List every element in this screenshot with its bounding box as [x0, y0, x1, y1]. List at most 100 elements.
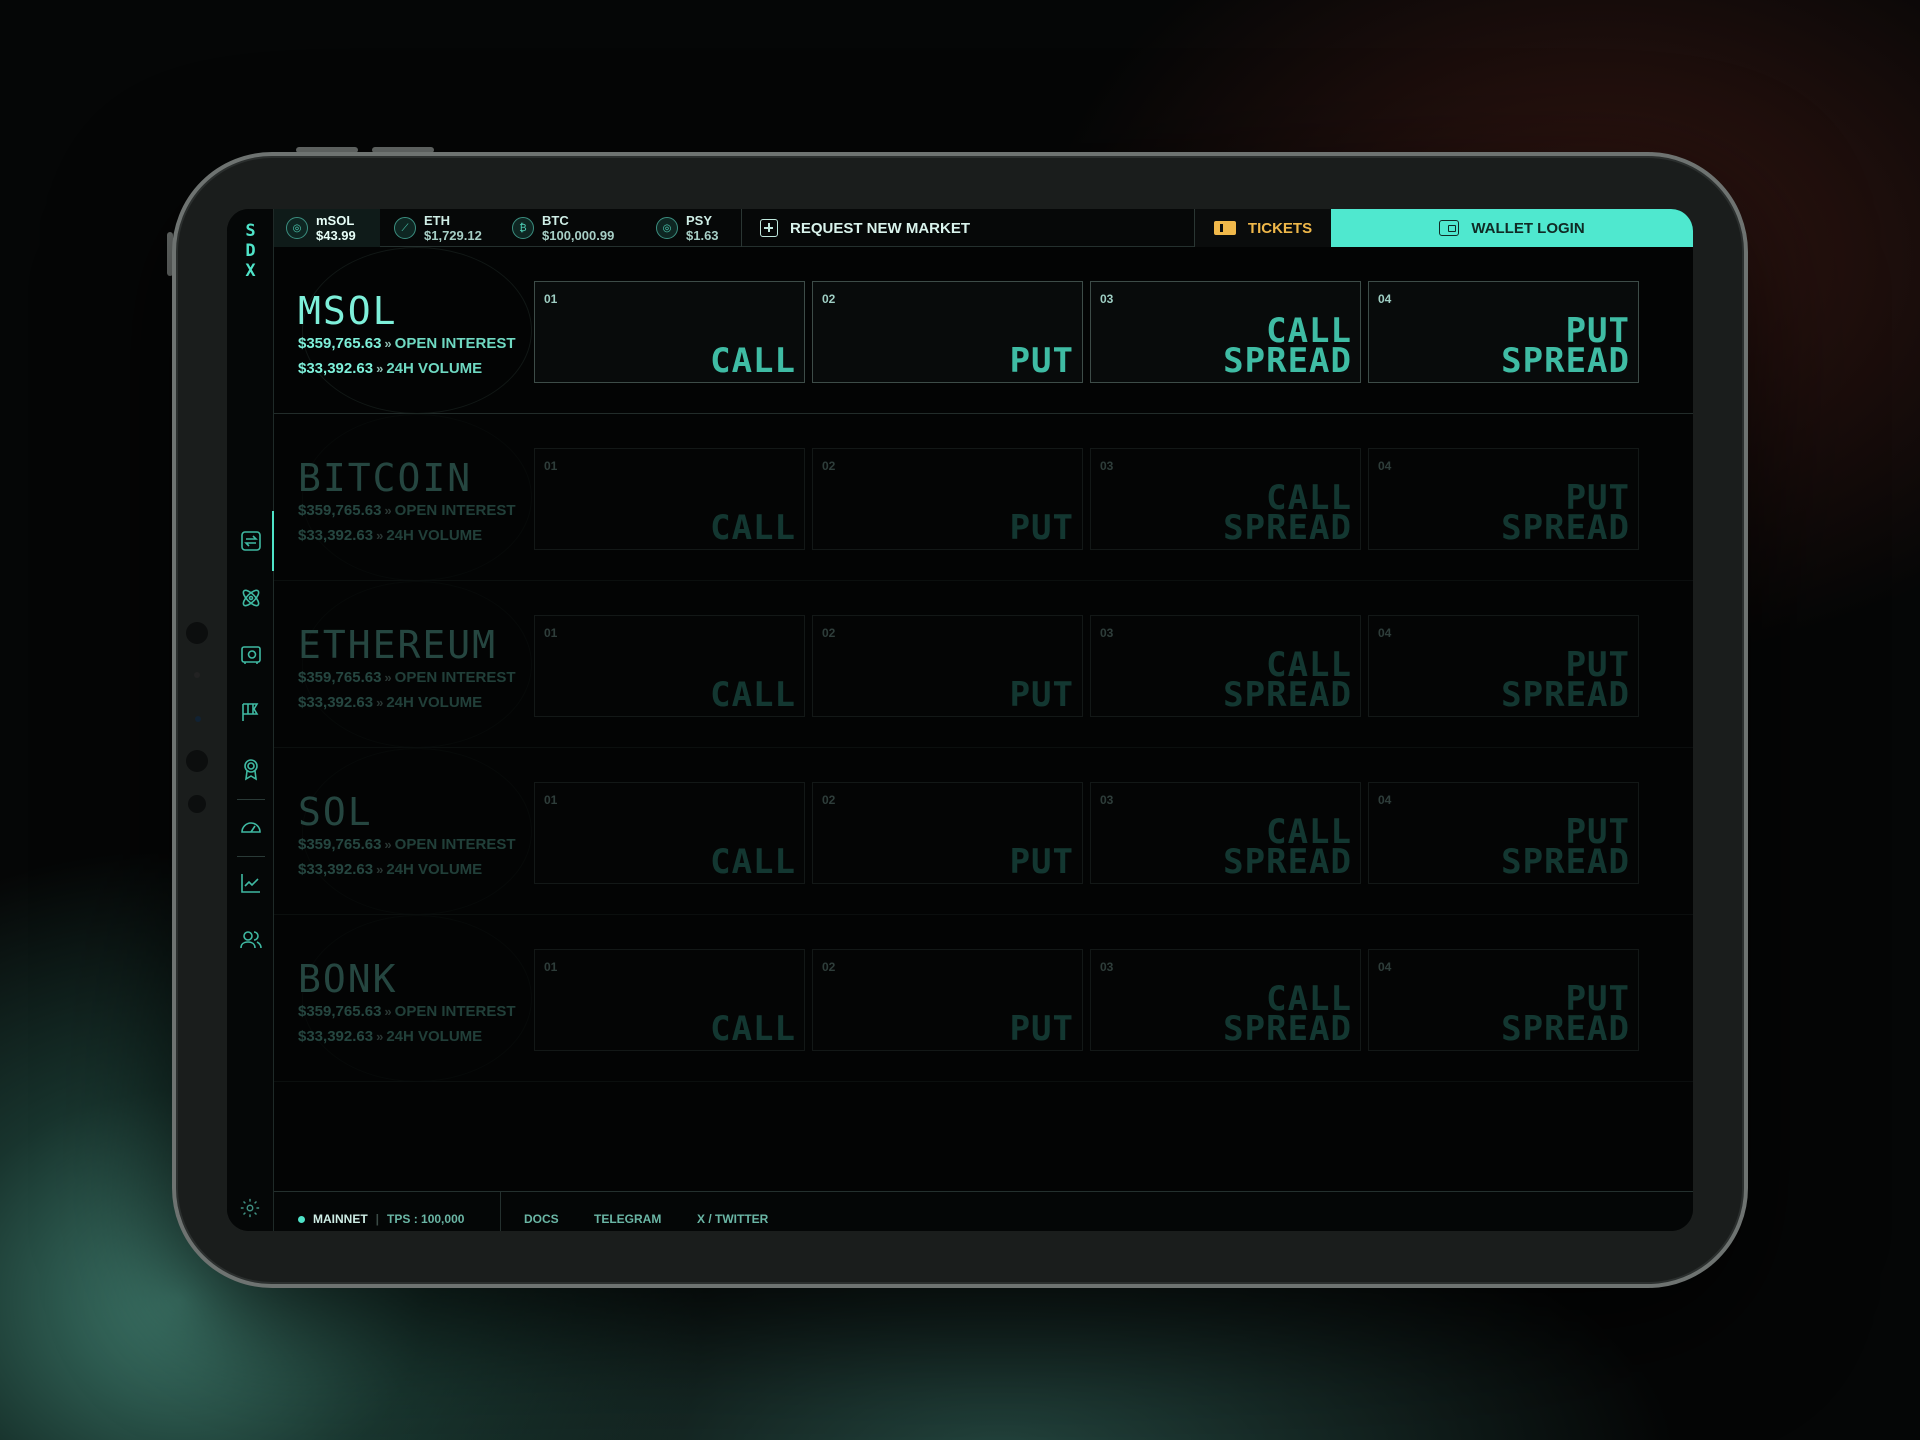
option-type-label: CALL	[710, 842, 796, 882]
option-number: 04	[1378, 960, 1392, 974]
mic-dot	[188, 795, 206, 813]
option-card-put[interactable]: 02 PUT	[812, 782, 1083, 884]
option-type-label: PUT SPREAD	[1501, 812, 1630, 882]
rail-divider	[237, 856, 265, 857]
option-card-put[interactable]: 02 PUT	[812, 949, 1083, 1051]
option-number: 02	[822, 960, 836, 974]
rail-divider	[237, 799, 265, 800]
option-card-put[interactable]: 02 PUT	[812, 615, 1083, 717]
option-number: 02	[822, 459, 836, 473]
ticker-eth[interactable]: ⟋ ETH $1,729.12	[394, 209, 482, 247]
ticker-btc[interactable]: ₿ BTC $100,000.99	[512, 209, 614, 247]
option-card-put[interactable]: 02 PUT	[812, 281, 1083, 383]
btc-coin-icon: ₿	[512, 217, 534, 239]
option-card-call[interactable]: 01 CALL	[534, 782, 805, 884]
atom-icon[interactable]	[239, 586, 263, 610]
option-card-call-spread[interactable]: 03 CALL SPREAD	[1090, 949, 1361, 1051]
option-number: 04	[1378, 793, 1392, 807]
option-card-call-spread[interactable]: 03 CALL SPREAD	[1090, 448, 1361, 550]
market-row-ethereum[interactable]: ETHEREUM $359,765.63» OPEN INTEREST $33,392…	[274, 581, 1693, 748]
sdx-logo[interactable]: S D X	[227, 221, 274, 281]
open-interest-stat: $359,765.63» OPEN INTEREST	[298, 836, 516, 853]
swap-icon[interactable]	[239, 529, 263, 553]
option-number: 01	[544, 292, 558, 306]
docs-link[interactable]: DOCS	[524, 1212, 559, 1226]
option-card-call-spread[interactable]: 03 CALL SPREAD	[1090, 615, 1361, 717]
users-icon[interactable]	[239, 928, 263, 952]
award-icon[interactable]	[239, 757, 263, 781]
option-number: 02	[822, 793, 836, 807]
vault-icon[interactable]	[239, 643, 263, 667]
option-type-label: PUT SPREAD	[1501, 979, 1630, 1049]
request-new-market-button[interactable]: REQUEST NEW MARKET	[760, 209, 970, 247]
option-number: 03	[1100, 960, 1114, 974]
wallet-login-button[interactable]: WALLET LOGIN	[1331, 209, 1693, 247]
option-card-call[interactable]: 01 CALL	[534, 615, 805, 717]
volume-stat: $33,392.63» 24H VOLUME	[298, 861, 483, 878]
option-card-call[interactable]: 01 CALL	[534, 949, 805, 1051]
market-name: BONK	[298, 957, 398, 1001]
option-number: 02	[822, 292, 836, 306]
option-type-label: PUT	[1009, 508, 1074, 548]
option-number: 01	[544, 793, 558, 807]
option-card-put-spread[interactable]: 04 PUT SPREAD	[1368, 615, 1639, 717]
option-number: 01	[544, 626, 558, 640]
option-card-put-spread[interactable]: 04 PUT SPREAD	[1368, 782, 1639, 884]
option-number: 02	[822, 626, 836, 640]
left-rail: S D X	[227, 209, 274, 1231]
topbar-divider	[741, 209, 742, 247]
option-card-put-spread[interactable]: 04 PUT SPREAD	[1368, 448, 1639, 550]
network-status: MAINNET | TPS : 100,000	[298, 1212, 464, 1226]
option-card-call-spread[interactable]: 03 CALL SPREAD	[1090, 782, 1361, 884]
psy-coin-icon: ◎	[656, 217, 678, 239]
plus-square-icon	[760, 219, 778, 237]
sensor-dot	[195, 716, 201, 722]
settings-gear-icon[interactable]	[239, 1197, 261, 1219]
open-interest-stat: $359,765.63» OPEN INTEREST	[298, 335, 516, 352]
status-footer: MAINNET | TPS : 100,000 DOCS TELEGRAM X …	[274, 1191, 1693, 1231]
tickets-button[interactable]: TICKETS	[1195, 209, 1331, 247]
market-row-sol[interactable]: SOL $359,765.63» OPEN INTEREST $33,392.63» 2…	[274, 748, 1693, 915]
option-type-label: PUT SPREAD	[1501, 645, 1630, 715]
option-type-label: CALL SPREAD	[1223, 478, 1352, 548]
option-number: 01	[544, 960, 558, 974]
ticker-msol[interactable]: ◎ mSOL $43.99	[274, 209, 380, 247]
market-row-bonk[interactable]: BONK $359,765.63» OPEN INTEREST $33,392.63»…	[274, 915, 1693, 1082]
option-card-call[interactable]: 01 CALL	[534, 448, 805, 550]
option-type-label: CALL	[710, 675, 796, 715]
option-card-call[interactable]: 01 CALL	[534, 281, 805, 383]
camera-dot	[186, 622, 208, 644]
option-card-call-spread[interactable]: 03 CALL SPREAD	[1090, 281, 1361, 383]
volume-stat: $33,392.63» 24H VOLUME	[298, 694, 483, 711]
option-number: 03	[1100, 793, 1114, 807]
option-card-put-spread[interactable]: 04 PUT SPREAD	[1368, 949, 1639, 1051]
telegram-link[interactable]: TELEGRAM	[594, 1212, 661, 1226]
wallet-icon	[1439, 220, 1460, 236]
market-row-msol[interactable]: MSOL $359,765.63» OPEN INTEREST $33,392.63»…	[274, 247, 1693, 414]
market-name: ETHEREUM	[298, 623, 498, 667]
flag-icon[interactable]	[239, 700, 263, 724]
volume-stat: $33,392.63» 24H VOLUME	[298, 360, 483, 377]
speedometer-icon[interactable]	[239, 814, 263, 838]
volume-stat: $33,392.63» 24H VOLUME	[298, 527, 483, 544]
top-bar: ◎ mSOL $43.99 ⟋ ETH $1,729.12 ₿ BTC $100,00…	[274, 209, 1693, 247]
market-name: MSOL	[298, 289, 398, 333]
status-dot-icon	[298, 1215, 305, 1223]
option-type-label: PUT SPREAD	[1501, 478, 1630, 548]
option-type-label: CALL SPREAD	[1223, 979, 1352, 1049]
ticker-psy[interactable]: ◎ PSY $1.63	[656, 209, 719, 247]
option-card-put[interactable]: 02 PUT	[812, 448, 1083, 550]
option-type-label: CALL SPREAD	[1223, 311, 1352, 381]
option-number: 03	[1100, 626, 1114, 640]
open-interest-stat: $359,765.63» OPEN INTEREST	[298, 502, 516, 519]
option-type-label: PUT	[1009, 341, 1074, 381]
twitter-link[interactable]: X / TWITTER	[697, 1212, 768, 1226]
option-number: 01	[544, 459, 558, 473]
market-row-bitcoin[interactable]: BITCOIN $359,765.63» OPEN INTEREST $33,392.…	[274, 414, 1693, 581]
chart-line-icon[interactable]	[239, 871, 263, 895]
market-name: BITCOIN	[298, 456, 473, 500]
option-type-label: PUT	[1009, 675, 1074, 715]
option-type-label: PUT SPREAD	[1501, 311, 1630, 381]
option-number: 04	[1378, 459, 1392, 473]
option-card-put-spread[interactable]: 04 PUT SPREAD	[1368, 281, 1639, 383]
